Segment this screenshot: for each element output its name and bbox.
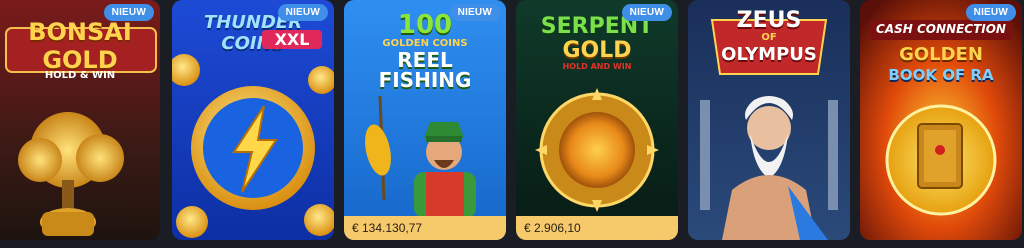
game-tiles-row: BONSAI GOLD HOLD & WIN NIEUW THUNDER COI…	[0, 0, 1024, 248]
game-subtitle: XXL	[262, 30, 322, 49]
jackpot-amount: € 134.130,77	[344, 216, 506, 240]
game-title-zeus: ZEUS	[736, 8, 802, 33]
lightning-coin-icon	[191, 86, 315, 210]
game-tile-zeus-of-olympus[interactable]: ZEUS OF OLYMPUS	[688, 0, 850, 240]
game-title-golden: GOLDEN	[899, 44, 983, 65]
game-tile-bonsai-gold[interactable]: BONSAI GOLD HOLD & WIN NIEUW	[0, 0, 160, 240]
game-title-cash-connection: CASH CONNECTION	[876, 22, 1006, 36]
new-badge: NIEUW	[965, 4, 1016, 21]
new-badge: NIEUW	[277, 4, 328, 21]
game-title-of: OF	[761, 32, 777, 43]
game-title: BONSAI GOLD	[28, 18, 132, 74]
new-badge: NIEUW	[449, 4, 500, 21]
game-title-fishing: FISHING	[378, 68, 472, 92]
game-title-gold: GOLD	[562, 38, 632, 63]
jackpot-amount: € 2.906,10	[516, 216, 678, 240]
game-tile-golden-book-of-ra[interactable]: CASH CONNECTION GOLDEN BOOK OF RA NIEUW	[860, 0, 1022, 240]
game-subtitle: HOLD AND WIN	[562, 62, 632, 71]
game-tile-reel-fishing[interactable]: 100 GOLDEN COINS REEL FISHING NIEUW € 13…	[344, 0, 506, 240]
game-title-book-of-ra: BOOK OF RA	[888, 66, 994, 84]
game-tile-serpent-gold[interactable]: SERPENT GOLD HOLD AND WIN NIEUW € 2.906,…	[516, 0, 678, 240]
game-subtitle: HOLD & WIN	[44, 70, 116, 81]
game-title-olympus: OLYMPUS	[721, 44, 817, 65]
golden-book-of-ra-artwork	[860, 0, 1022, 240]
new-badge: NIEUW	[103, 4, 154, 21]
new-badge: NIEUW	[621, 4, 672, 21]
golden-book-coin-icon	[885, 104, 997, 216]
game-tile-thunder-coins[interactable]: THUNDER COINS XXL NIEUW	[172, 0, 334, 240]
